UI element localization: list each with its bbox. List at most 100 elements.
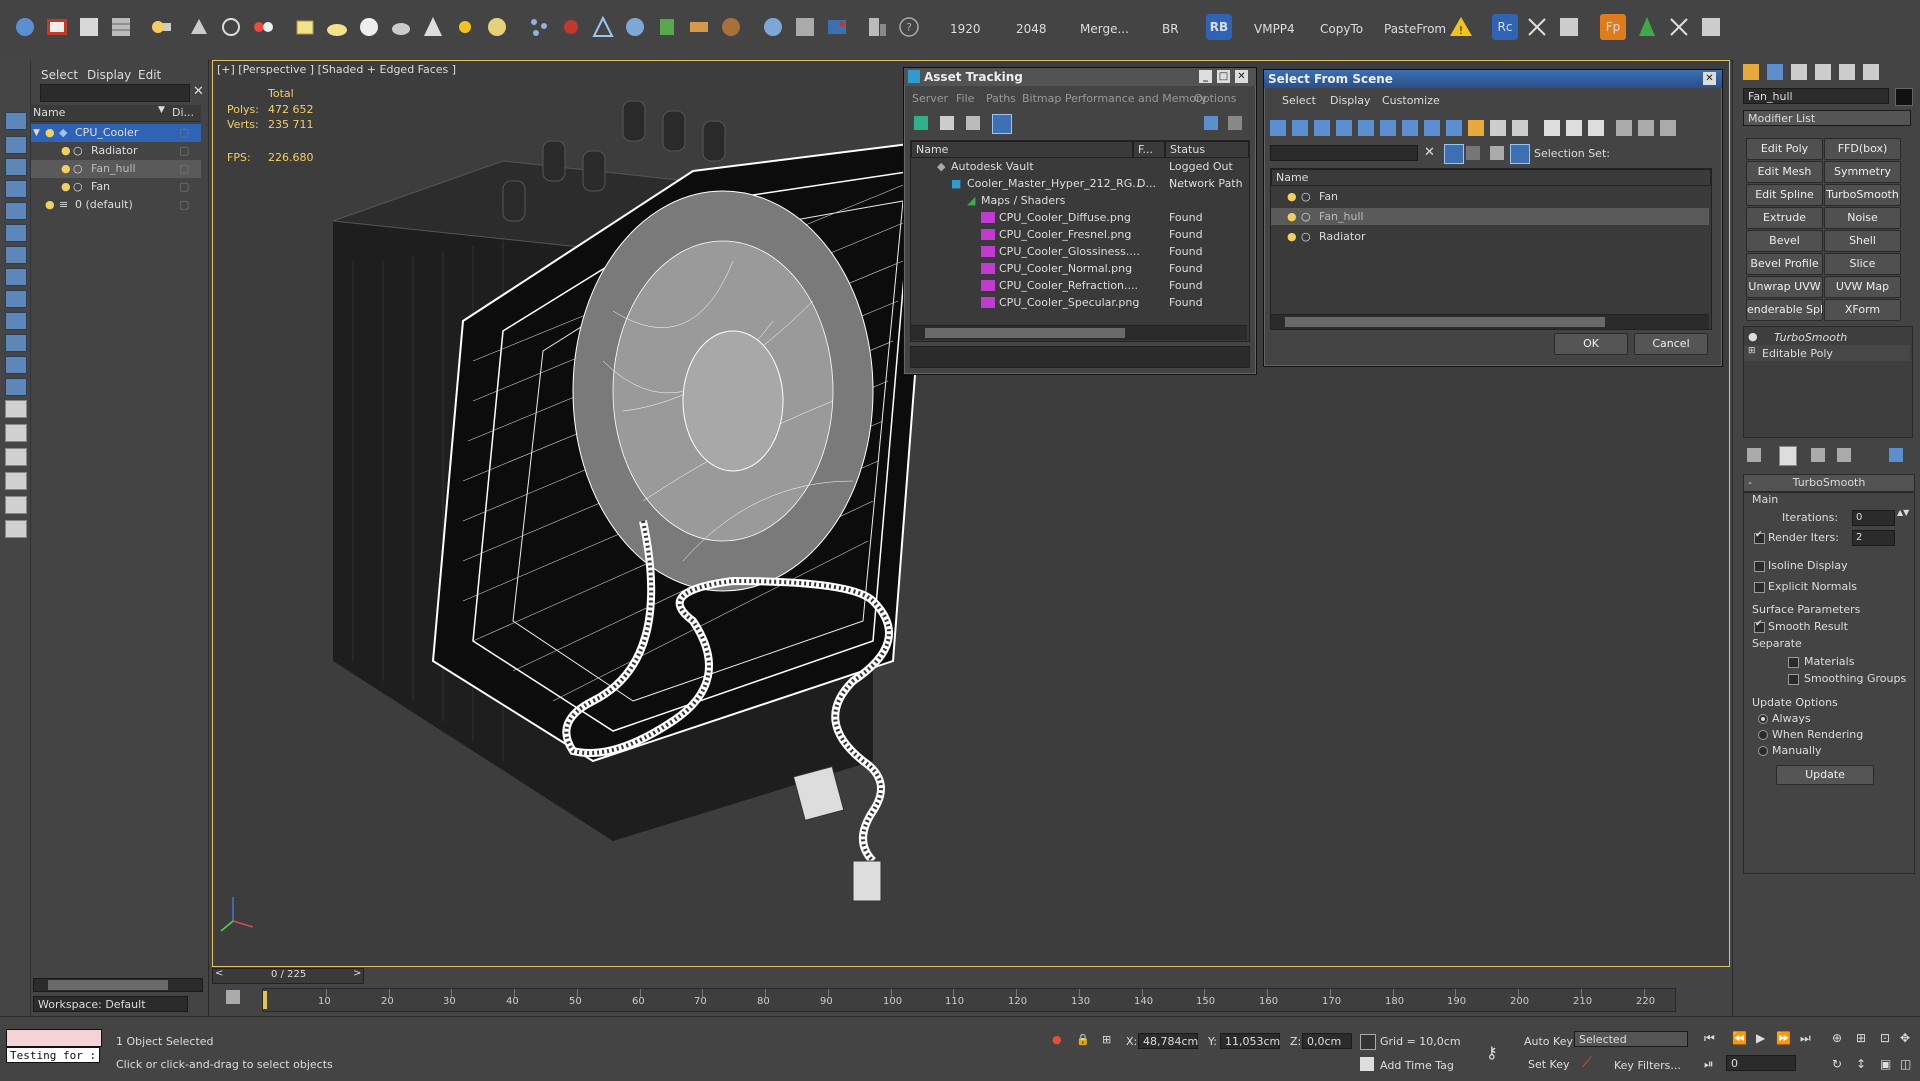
freeze-icon[interactable]: ▢ <box>179 160 189 178</box>
xform-button[interactable]: XForm <box>1824 299 1901 321</box>
asset-row[interactable]: CPU_Cooler_Specular.png Found <box>911 294 1247 311</box>
play-icon[interactable]: ▶ <box>1756 1031 1765 1045</box>
close-icon[interactable]: ✕ <box>1703 72 1716 85</box>
sort-arrow-icon[interactable]: ▼ <box>158 105 165 115</box>
tree-item-fan[interactable]: ● ○ Fan ▢ <box>31 178 201 196</box>
select-scale-icon[interactable] <box>5 246 27 264</box>
update-always-radio[interactable] <box>1758 714 1768 724</box>
symmetry-button[interactable]: Symmetry <box>1824 161 1901 183</box>
current-frame-marker[interactable] <box>263 991 267 1009</box>
align-icon[interactable] <box>5 448 27 466</box>
z-coord-field[interactable]: 0,0cm <box>1302 1033 1352 1049</box>
extrude-button[interactable]: Extrude <box>1746 207 1823 229</box>
col-f-header[interactable]: F... <box>1133 141 1165 158</box>
helper-filter-icon[interactable] <box>1358 120 1374 136</box>
y-coord-field[interactable]: 11,053cm <box>1220 1033 1280 1049</box>
explicit-normals-checkbox[interactable] <box>1754 582 1765 593</box>
absolute-mode-icon[interactable]: ⊞ <box>1102 1033 1111 1046</box>
renderable-spline-button[interactable]: enderable Splin <box>1746 299 1823 321</box>
edit-poly-button[interactable]: Edit Poly <box>1746 138 1823 160</box>
motion-tab-icon[interactable] <box>1815 64 1831 80</box>
batch-render-icon[interactable] <box>864 14 890 40</box>
adaptive-degradation-icon[interactable] <box>1360 1034 1376 1050</box>
turbosmooth-rollout-title[interactable]: - TurboSmooth <box>1743 474 1915 492</box>
display-tab-icon[interactable] <box>1839 64 1855 80</box>
bone-filter-icon[interactable] <box>1446 120 1462 136</box>
asset-row[interactable]: ■ Cooler_Master_Hyper_212_RG... D... Net… <box>911 175 1247 192</box>
smoothing-groups-checkbox[interactable] <box>1788 674 1799 685</box>
tools-icon[interactable] <box>1524 14 1550 40</box>
filter-icon[interactable] <box>5 472 27 490</box>
stack-item-editable-poly[interactable]: ⊞ Editable Poly <box>1744 345 1910 361</box>
asset-row[interactable]: CPU_Cooler_Diffuse.png Found <box>911 209 1247 226</box>
light-bulb-icon[interactable]: ● <box>45 124 55 142</box>
pivot-icon[interactable] <box>5 290 27 308</box>
freeze-icon[interactable]: ▢ <box>179 178 189 196</box>
asset-row[interactable]: CPU_Cooler_Normal.png Found <box>911 260 1247 277</box>
menu-select[interactable]: Select <box>41 68 78 82</box>
display-invert-icon[interactable] <box>1588 120 1604 136</box>
asset-row[interactable]: CPU_Cooler_Refraction.... Found <box>911 277 1247 294</box>
tree-item-default-layer[interactable]: ● ≡ 0 (default) ▢ <box>31 196 201 214</box>
filter-icon[interactable] <box>1616 120 1632 136</box>
freeze-icon[interactable]: ▢ <box>179 196 189 214</box>
bind-spacewarp-icon[interactable] <box>186 14 212 40</box>
zoom-all-icon[interactable]: ⊞ <box>1856 1031 1866 1045</box>
column-display-header[interactable]: Di... <box>172 106 194 119</box>
select-from-scene-titlebar[interactable]: Select From Scene ✕ <box>1264 70 1722 88</box>
spacewarp-filter-icon[interactable] <box>1380 120 1396 136</box>
shell-button[interactable]: Shell <box>1824 230 1901 252</box>
select-item-fan[interactable]: ● ○ Fan <box>1271 188 1709 205</box>
freeze-icon[interactable]: ▢ <box>179 124 189 142</box>
tree-item-fan-hull[interactable]: ● ○ Fan_hull ▢ <box>31 160 201 178</box>
light-bulb-icon[interactable]: ● <box>61 142 71 160</box>
goto-end-icon[interactable]: ⏭ <box>1800 1031 1811 1046</box>
configure-sets-icon[interactable] <box>1889 448 1903 462</box>
clear-search-icon[interactable]: ✕ <box>193 84 204 99</box>
viewport-layout-icon[interactable]: ◫ <box>1900 1057 1911 1071</box>
teapot-icon[interactable] <box>388 14 414 40</box>
move-icon[interactable] <box>218 14 244 40</box>
window-crossing-icon[interactable] <box>5 180 27 198</box>
hierarchy-icon[interactable] <box>1638 120 1654 136</box>
vault-logout-icon[interactable] <box>1228 116 1242 130</box>
col-name-header[interactable]: Name <box>911 141 1133 158</box>
render-height-label[interactable]: 2048 <box>1016 22 1047 36</box>
select-object-icon[interactable] <box>5 112 27 130</box>
noise-button[interactable]: Noise <box>1824 207 1901 229</box>
menu-options[interactable]: Options <box>1194 92 1236 105</box>
undo-icon[interactable] <box>12 14 38 40</box>
scatter-icon[interactable] <box>1666 14 1692 40</box>
menu-edit[interactable]: Edit <box>138 68 161 82</box>
time-tag-icon[interactable] <box>1360 1057 1374 1071</box>
orbit-icon[interactable]: ↻ <box>1832 1057 1842 1071</box>
auto-key-button[interactable]: Auto Key <box>1524 1035 1573 1048</box>
br-button[interactable]: BR <box>1162 22 1179 36</box>
update-button[interactable]: Update <box>1776 765 1874 785</box>
key-icon[interactable]: ⚷ <box>1486 1043 1498 1062</box>
menu-paths[interactable]: Paths <box>986 92 1016 105</box>
layers-icon[interactable] <box>1660 120 1676 136</box>
minimize-icon[interactable]: _ <box>1199 70 1212 83</box>
light-bulb-icon[interactable]: ● <box>61 178 71 196</box>
edit-mesh-button[interactable]: Edit Mesh <box>1746 161 1823 183</box>
modify-tab-icon[interactable] <box>1767 64 1783 80</box>
display-none-icon[interactable] <box>1566 120 1582 136</box>
layer-manager-icon[interactable] <box>108 14 134 40</box>
col-status-header[interactable]: Status <box>1165 141 1249 158</box>
utilities-tab-icon[interactable] <box>1863 64 1879 80</box>
light-icon[interactable] <box>420 14 446 40</box>
wood-icon[interactable] <box>718 14 744 40</box>
scrollbar-thumb[interactable] <box>1285 317 1605 327</box>
select-search-input[interactable] <box>1270 145 1418 161</box>
vmpp4-button[interactable]: VMPP4 <box>1254 22 1295 36</box>
asset-path-field[interactable] <box>910 346 1250 368</box>
unwrap-uvw-button[interactable]: Unwrap UVW <box>1746 276 1823 298</box>
fp-button[interactable]: Fp <box>1600 14 1626 40</box>
select-move-icon[interactable] <box>5 202 27 220</box>
camera-filter-icon[interactable] <box>1336 120 1352 136</box>
expand-icon[interactable]: ▼ <box>33 124 40 142</box>
object-name-field[interactable]: Fan_hull <box>1743 88 1889 104</box>
ok-button[interactable]: OK <box>1554 333 1628 355</box>
key-mode-icon[interactable]: ⏯ <box>1704 1057 1714 1072</box>
